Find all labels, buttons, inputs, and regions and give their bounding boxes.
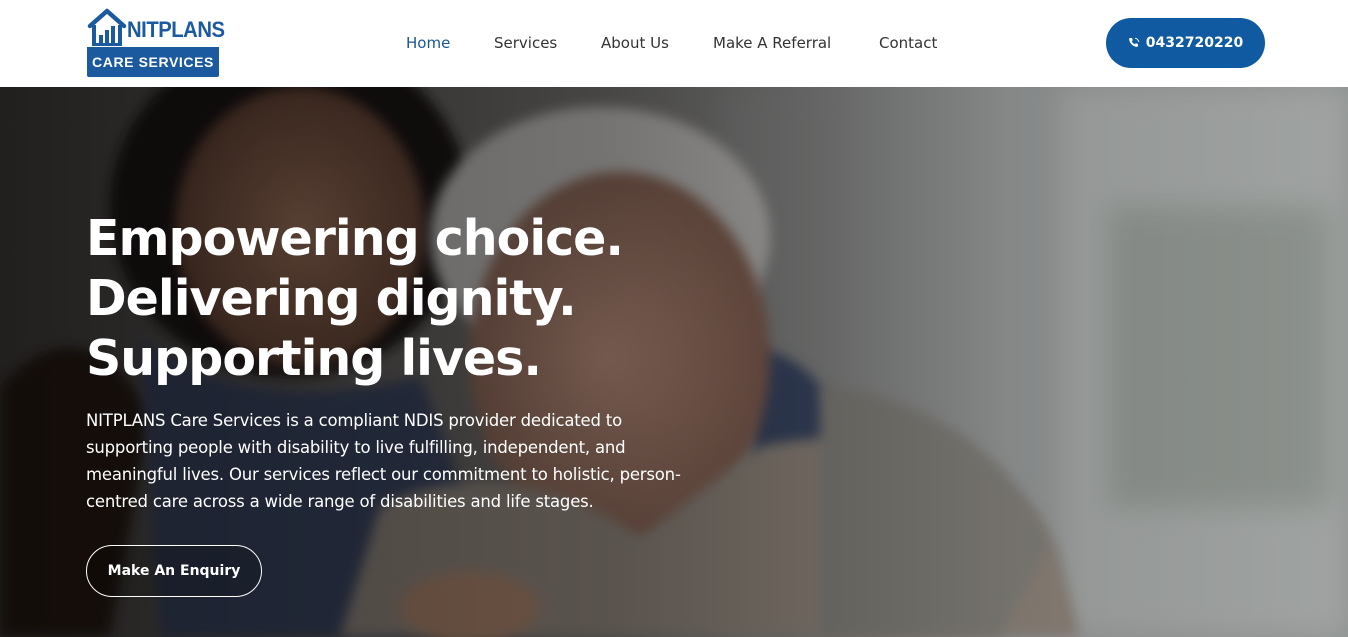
hero-description: NITPLANS Care Services is a compliant ND… bbox=[86, 411, 681, 511]
house-chart-logo-icon bbox=[87, 8, 127, 46]
hero-heading-line: Delivering dignity. bbox=[86, 270, 577, 327]
hero-heading: Empowering choice. Delivering dignity. S… bbox=[86, 209, 786, 389]
brand-tagline: CARE SERVICES bbox=[87, 47, 219, 77]
nav-item-about-us[interactable]: About Us bbox=[601, 32, 669, 54]
make-an-enquiry-button[interactable]: Make An Enquiry bbox=[86, 545, 262, 597]
nav-item-services[interactable]: Services bbox=[494, 32, 557, 54]
phone-icon bbox=[1128, 37, 1140, 47]
nav-item-make-a-referral[interactable]: Make A Referral bbox=[713, 32, 831, 54]
nav-item-contact[interactable]: Contact bbox=[879, 32, 937, 54]
nav-item-home[interactable]: Home bbox=[406, 32, 450, 54]
hero-heading-line: Supporting lives. bbox=[86, 330, 542, 387]
phone-button[interactable]: 0432720220 bbox=[1106, 18, 1265, 68]
hero-heading-line: Empowering choice. bbox=[86, 210, 624, 267]
brand-name: NITPLANS bbox=[127, 17, 225, 42]
site-header: NITPLANS CARE SERVICES Home Services Abo… bbox=[0, 0, 1348, 87]
phone-number: 0432720220 bbox=[1145, 35, 1244, 51]
brand-logo[interactable]: NITPLANS CARE SERVICES bbox=[87, 8, 225, 77]
hero-section: Empowering choice. Delivering dignity. S… bbox=[0, 87, 1348, 637]
